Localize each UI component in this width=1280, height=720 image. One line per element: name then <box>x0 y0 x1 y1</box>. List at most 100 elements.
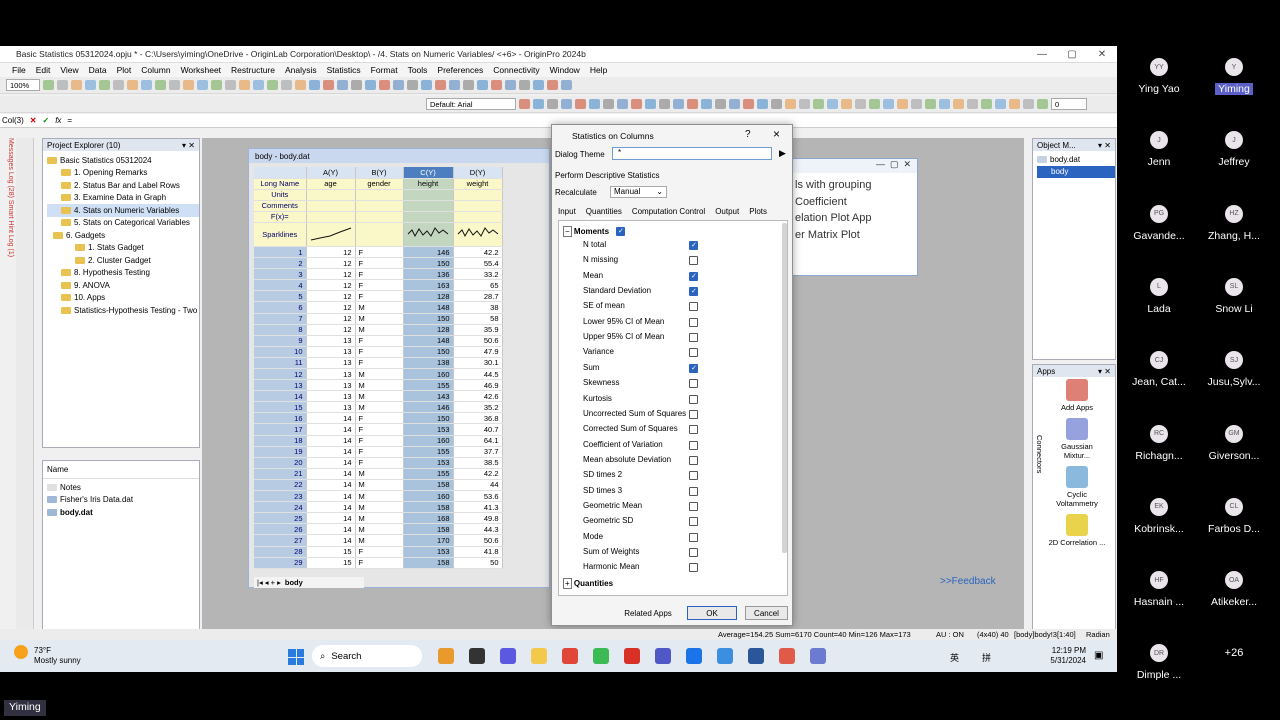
row-number[interactable]: 7 <box>254 313 307 325</box>
row-number[interactable]: 22 <box>254 479 307 492</box>
toolbar-tool-icon[interactable] <box>323 80 334 90</box>
data-cell[interactable]: M <box>355 501 404 514</box>
row-number[interactable]: 28 <box>254 546 307 558</box>
table-row[interactable]: 18 14 F 160 64.1 <box>254 435 503 447</box>
row-number[interactable]: 11 <box>254 357 307 370</box>
cancel-icon[interactable]: ✕ <box>30 116 37 125</box>
participant-tile[interactable]: J Jeffrey <box>1194 131 1274 168</box>
app-item[interactable]: Cyclic Voltammetry <box>1047 466 1107 508</box>
participant-tile[interactable]: YY Ying Yao <box>1119 58 1199 95</box>
data-cell[interactable]: M <box>355 523 404 536</box>
toolbar-tool-icon[interactable] <box>351 80 362 90</box>
accept-icon[interactable]: ✓ <box>42 116 49 125</box>
toolbar-tool-icon[interactable] <box>911 99 922 109</box>
stat-option-checkbox[interactable] <box>689 501 698 511</box>
menu-connectivity[interactable]: Connectivity <box>493 65 539 75</box>
stat-option-checkbox[interactable] <box>689 409 698 419</box>
row-number[interactable]: 25 <box>254 512 307 525</box>
participant-tile[interactable]: J Jenn <box>1119 131 1199 168</box>
data-cell[interactable]: 153 <box>403 423 454 436</box>
data-cell[interactable]: 58 <box>453 313 503 325</box>
data-cell[interactable]: M <box>355 324 404 336</box>
menu-restructure[interactable]: Restructure <box>231 65 275 75</box>
table-row[interactable]: 19 14 F 155 37.7 <box>254 446 503 458</box>
font-size-select[interactable]: 0 <box>1051 98 1087 110</box>
sparkline-cell[interactable] <box>403 222 454 247</box>
menu-view[interactable]: View <box>60 65 78 75</box>
cancel-button[interactable]: Cancel <box>745 606 788 620</box>
toolbar-tool-icon[interactable] <box>211 80 222 90</box>
sparkline-cell[interactable] <box>453 222 503 247</box>
toolbar-tool-icon[interactable] <box>603 99 614 109</box>
toolbar-tool-icon[interactable] <box>155 80 166 90</box>
toolbar-tool-icon[interactable] <box>799 99 810 109</box>
data-cell[interactable]: F <box>355 412 404 425</box>
toolbar-tool-icon[interactable] <box>281 80 292 90</box>
tools-toolbar[interactable] <box>16 138 34 658</box>
toolbar-tool-icon[interactable] <box>435 80 446 90</box>
row-number[interactable]: 19 <box>254 446 307 458</box>
row-number[interactable]: 24 <box>254 501 307 514</box>
app-item[interactable]: Add Apps <box>1047 379 1107 412</box>
data-cell[interactable]: 15 <box>306 557 356 569</box>
table-row[interactable]: 9 13 F 148 50.6 <box>254 335 503 347</box>
toolbar-tool-icon[interactable] <box>1023 99 1034 109</box>
table-row[interactable]: 23 14 M 160 53.6 <box>254 490 503 503</box>
toolbar-tool-icon[interactable] <box>771 99 782 109</box>
data-cell[interactable]: F <box>355 423 404 436</box>
start-icon[interactable] <box>288 649 304 665</box>
stat-option-checkbox[interactable] <box>689 471 698 481</box>
dialog-tab-input[interactable]: Input <box>558 207 576 219</box>
label-cell[interactable]: age <box>306 178 356 190</box>
toolbar-tool-icon[interactable] <box>589 99 600 109</box>
data-cell[interactable]: M <box>355 468 404 480</box>
taskbar-app-icon[interactable] <box>655 648 671 664</box>
data-cell[interactable]: 150 <box>403 412 454 425</box>
stat-option-checkbox[interactable] <box>689 486 698 496</box>
row-number[interactable]: 10 <box>254 346 307 358</box>
data-cell[interactable]: 158 <box>403 523 454 536</box>
stat-option-checkbox[interactable] <box>689 256 698 266</box>
data-cell[interactable]: 13 <box>306 357 356 370</box>
taskbar-app-icon[interactable] <box>779 648 795 664</box>
formula-input[interactable]: = <box>67 116 72 125</box>
data-cell[interactable]: 13 <box>306 401 356 414</box>
participant-tile[interactable]: HZ Zhang, H... <box>1194 204 1274 242</box>
table-row[interactable]: 2 12 F 150 55.4 <box>254 257 503 270</box>
data-cell[interactable]: 13 <box>306 368 356 381</box>
row-number[interactable]: 29 <box>254 557 307 569</box>
data-cell[interactable]: 37.7 <box>453 446 503 458</box>
notification-icon[interactable]: ▣ <box>1094 650 1103 661</box>
toolbar-tool-icon[interactable] <box>183 80 194 90</box>
toolbar-tool-icon[interactable] <box>701 99 712 109</box>
data-cell[interactable]: 38 <box>453 301 503 314</box>
table-row[interactable]: 24 14 M 158 41.3 <box>254 501 503 514</box>
table-row[interactable]: 15 13 M 146 35.2 <box>254 401 503 414</box>
data-cell[interactable]: 155 <box>403 379 454 392</box>
toolbar-tool-icon[interactable] <box>561 99 572 109</box>
data-cell[interactable]: 150 <box>403 257 454 270</box>
moments-group[interactable]: − Moments <box>563 226 609 237</box>
tree-folder[interactable]: 8. Hypothesis Testing <box>47 267 199 280</box>
data-cell[interactable]: 14 <box>306 523 356 536</box>
tree-folder[interactable]: 1. Opening Remarks <box>47 167 199 180</box>
data-cell[interactable]: 163 <box>403 279 454 292</box>
sheet-tab-body[interactable]: body <box>285 578 303 587</box>
toolbar-tool-icon[interactable] <box>897 99 908 109</box>
participant-tile[interactable]: Y Yiming <box>1194 58 1274 97</box>
toolbar-tool-icon[interactable] <box>365 80 376 90</box>
data-cell[interactable]: M <box>355 313 404 325</box>
menu-window[interactable]: Window <box>550 65 580 75</box>
label-cell[interactable] <box>306 211 356 223</box>
toolbar-tool-icon[interactable] <box>463 80 474 90</box>
data-cell[interactable]: 158 <box>403 501 454 514</box>
column-header[interactable]: D(Y) <box>453 167 503 179</box>
toolbar-tool-icon[interactable] <box>925 99 936 109</box>
toolbar-tool-icon[interactable] <box>407 80 418 90</box>
taskbar-app-icon[interactable] <box>717 648 733 664</box>
data-cell[interactable]: 12 <box>306 301 356 314</box>
menu-statistics[interactable]: Statistics <box>327 65 361 75</box>
participant-tile[interactable]: PG Gavande... <box>1119 204 1199 242</box>
data-cell[interactable]: 42.6 <box>453 390 503 403</box>
data-cell[interactable]: 14 <box>306 412 356 425</box>
